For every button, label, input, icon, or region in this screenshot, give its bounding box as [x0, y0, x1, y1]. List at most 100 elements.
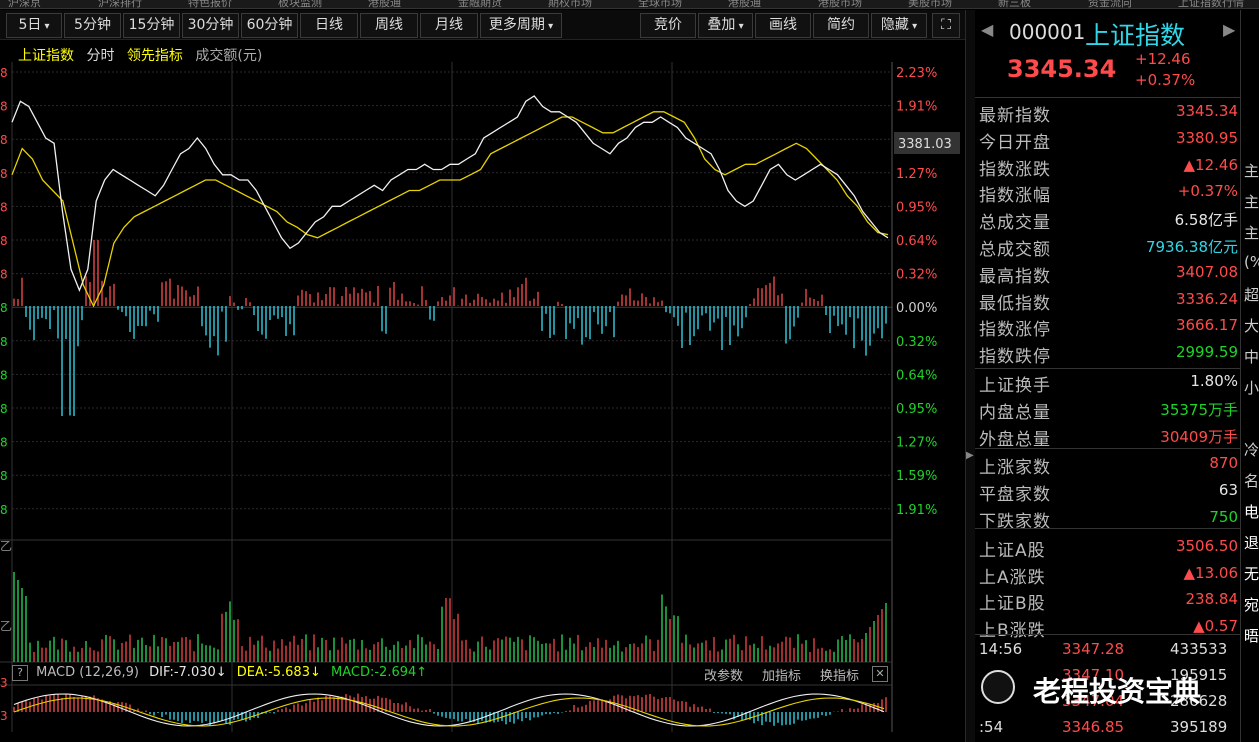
fullscreen-icon[interactable]: ⛶	[932, 13, 960, 38]
top-tab[interactable]: 港股通	[728, 0, 761, 8]
pct-tick-label: 1.59%	[896, 469, 937, 484]
period-button[interactable]: 60分钟	[241, 13, 298, 38]
left-tick-label: 8	[0, 368, 8, 382]
tool-button[interactable]: 简约	[813, 13, 869, 38]
quote-row-label: 总成交量	[979, 213, 1051, 234]
macd-add-button[interactable]: 加指标	[762, 665, 801, 684]
chevron-down-icon[interactable]: ▾	[545, 21, 553, 32]
period-button[interactable]: 月线	[420, 13, 478, 38]
quote-row-value: 3407.08	[1175, 262, 1238, 281]
edge-label: 电	[1244, 503, 1259, 521]
top-tab[interactable]: 金融期货	[458, 0, 502, 8]
tool-button[interactable]: 隐藏 ▾	[871, 13, 927, 38]
collapse-arrow-icon[interactable]: ▶	[966, 450, 974, 461]
tool-button[interactable]: 竞价	[640, 13, 696, 38]
top-tab[interactable]: 板块监测	[278, 0, 322, 8]
edge-label: 主	[1244, 193, 1259, 211]
tick-volume: 395189	[1170, 718, 1228, 736]
quote-row-label: 平盘家数	[979, 485, 1051, 506]
next-stock-icon[interactable]: ▶	[1223, 20, 1235, 39]
quote-row-value: ▲12.46	[1183, 155, 1238, 174]
divider	[975, 634, 1240, 635]
left-tick-label: 8	[0, 436, 8, 450]
pct-tick-label: 1.27%	[896, 436, 937, 451]
top-tab[interactable]: 期权市场	[548, 0, 592, 8]
watermark: 老程投资宝典	[977, 668, 1239, 708]
quote-row-value: 870	[1209, 454, 1238, 473]
chevron-down-icon[interactable]: ▾	[41, 21, 50, 32]
quote-row-value: 3666.17	[1175, 316, 1238, 335]
top-tab[interactable]: 沪深排行	[98, 0, 142, 8]
left-tick-label: 8	[0, 234, 8, 248]
edge-label: 晤	[1244, 627, 1259, 645]
edge-label: 无	[1244, 565, 1259, 583]
chevron-down-icon[interactable]: ▾	[909, 21, 917, 32]
period-button[interactable]: 15分钟	[123, 13, 180, 38]
tick-volume: 433533	[1170, 640, 1228, 658]
left-tick-label: 8	[0, 268, 8, 282]
top-market-strip: 沪深京 沪深排行 特色报价 板块监测 港股通 金融期货 期权市场 全球市场 港股通 港股市场 美股市…	[0, 0, 1259, 9]
quote-row-value: 3345.34	[1175, 102, 1238, 120]
left-tick-label: 8	[0, 335, 8, 349]
top-tab[interactable]: 上证指数行情	[1178, 0, 1244, 8]
period-button[interactable]: 30分钟	[182, 13, 239, 38]
top-tab[interactable]: 港股市场	[818, 0, 862, 8]
pct-tick-label: 0.32%	[896, 335, 937, 350]
quote-row-label: 最高指数	[979, 266, 1051, 287]
more-periods-button[interactable]: 更多周期 ▾	[480, 13, 562, 38]
chevron-down-icon[interactable]: ▾	[735, 21, 744, 32]
divider	[975, 528, 1240, 529]
top-tab[interactable]: 港股通	[368, 0, 401, 8]
change-value: +12.46	[1135, 50, 1191, 68]
divider	[975, 368, 1240, 369]
panel-toggle-strip[interactable]: ▶	[965, 10, 975, 742]
quote-row-value: 1.80%	[1190, 372, 1238, 390]
quote-row-value: 35375万手	[1160, 400, 1238, 419]
stock-name: 上证指数	[1085, 21, 1186, 50]
left-tick-label: 8	[0, 402, 8, 416]
quote-row-label: 指数涨停	[979, 320, 1051, 341]
help-icon[interactable]: ?	[12, 665, 28, 681]
quote-row-label: 最新指数	[979, 106, 1051, 126]
quote-row-value: 30409万手	[1160, 427, 1238, 446]
macd-switch-button[interactable]: 换指标	[820, 665, 859, 684]
tick-time: :54	[979, 718, 1004, 736]
quote-row-value: 63	[1218, 481, 1238, 500]
top-tab[interactable]: 沪深京	[8, 0, 41, 8]
top-tab[interactable]: 美股市场	[908, 0, 952, 8]
top-tab[interactable]: 资金流向	[1088, 0, 1132, 8]
macd-param-button[interactable]: 改参数	[704, 665, 743, 684]
tool-button[interactable]: 叠加 ▾	[698, 13, 753, 38]
quote-row-value: 238.84	[1185, 590, 1239, 609]
top-tab[interactable]: 全球市场	[638, 0, 682, 8]
edge-label: 主	[1244, 162, 1259, 180]
macd-axis-label: 3	[0, 676, 8, 690]
pct-tick-label: 0.64%	[896, 368, 937, 383]
edge-label: (%	[1244, 253, 1259, 271]
edge-label: 小	[1244, 379, 1259, 397]
period-select[interactable]: 5日 ▾	[6, 13, 62, 38]
left-tick-label: 8	[0, 100, 8, 114]
prev-stock-icon[interactable]: ◀	[981, 20, 993, 39]
tool-button[interactable]: 画线	[755, 13, 811, 38]
quote-row-value: 3506.50	[1175, 536, 1238, 555]
left-tick-label: 8	[0, 167, 8, 181]
wechat-icon	[981, 670, 1015, 704]
period-button[interactable]: 日线	[300, 13, 358, 38]
vol-axis-label: 乙	[0, 619, 12, 633]
pct-tick-label: 2.23%	[896, 66, 937, 81]
intraday-chart[interactable]: 2.23% 1.91% 1.59% 1.27% 0.95% 0.64% 0.32% 0.00%…	[0, 62, 965, 742]
quote-row-value: 2999.59	[1175, 343, 1238, 362]
period-button[interactable]: 周线	[360, 13, 418, 38]
quote-row-label: 上证A股	[979, 540, 1046, 561]
close-icon[interactable]: ✕	[872, 666, 888, 682]
top-tab[interactable]: 新三板	[998, 0, 1031, 8]
macd-dea: DEA:-5.683↓	[236, 665, 321, 680]
edge-label: 中	[1244, 348, 1259, 366]
period-button[interactable]: 5分钟	[64, 13, 121, 38]
pct-tick-label: 0.95%	[896, 200, 937, 215]
quote-row-value: +0.37%	[1177, 182, 1238, 201]
top-tab[interactable]: 特色报价	[188, 0, 232, 8]
vol-axis-label: 乙	[0, 539, 12, 553]
divider	[975, 448, 1240, 449]
